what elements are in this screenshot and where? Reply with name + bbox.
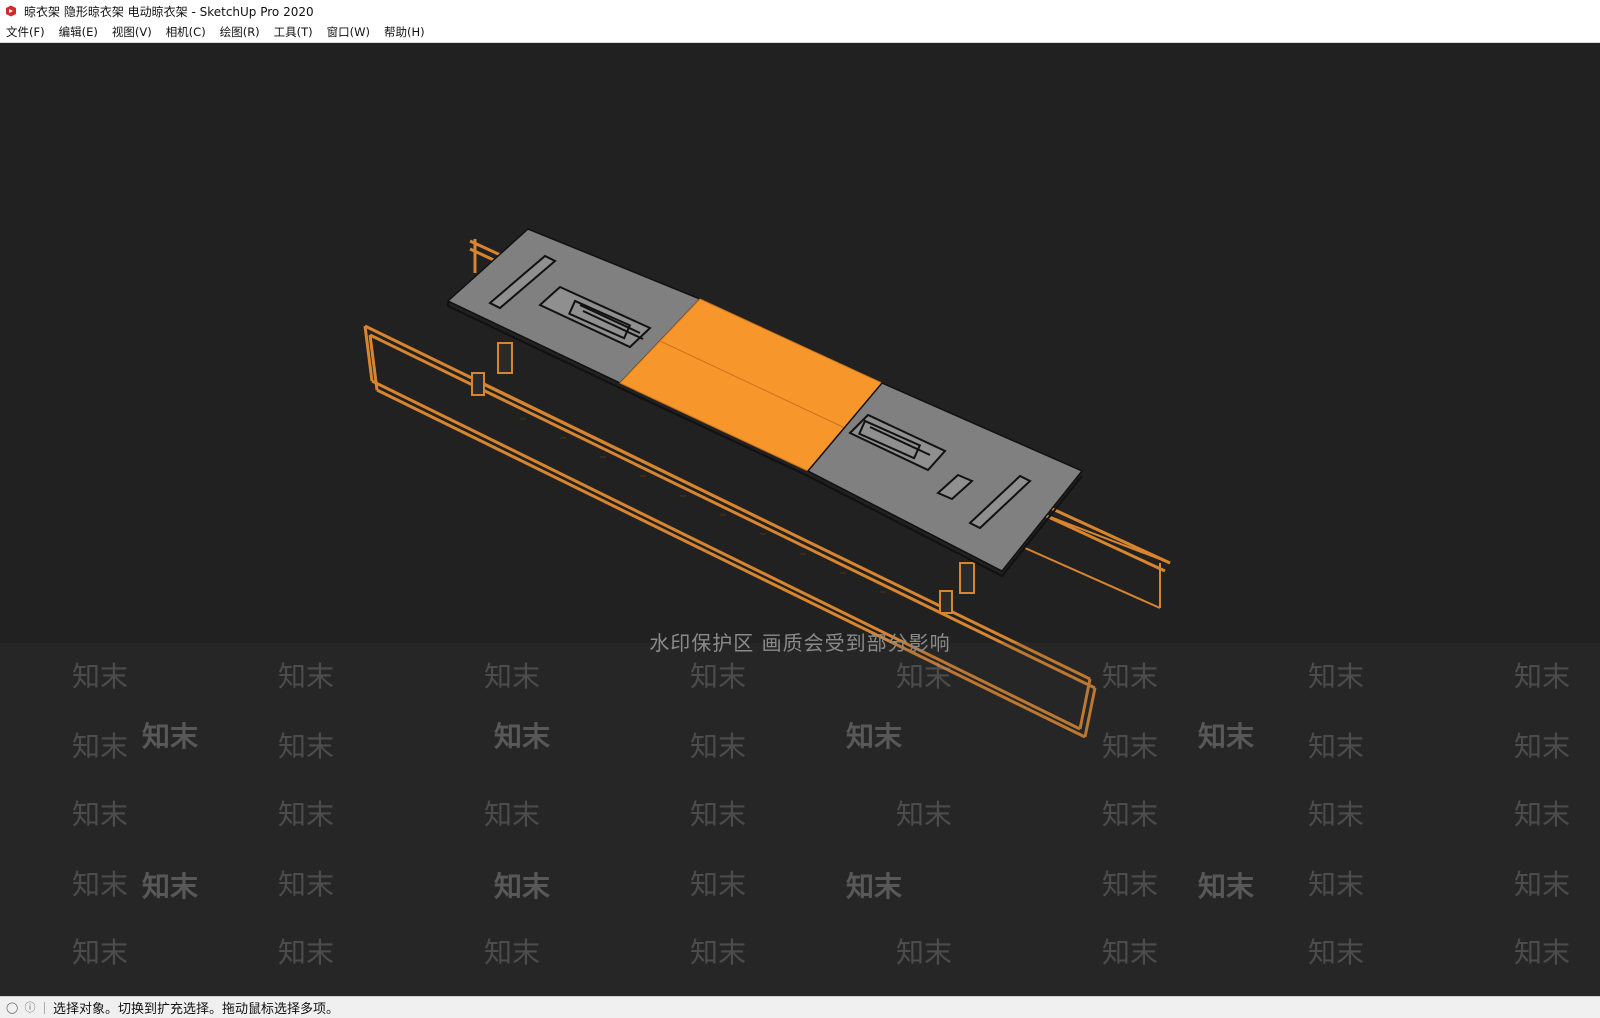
menu-window[interactable]: 窗口(W): [327, 24, 370, 40]
info-bulb-icon[interactable]: ◯: [6, 1001, 18, 1014]
title-bar: 晾衣架 隐形晾衣架 电动晾衣架 - SketchUp Pro 2020: [0, 0, 1600, 22]
help-circle-icon[interactable]: ⓘ: [24, 1001, 36, 1014]
menu-bar: 文件(F) 编辑(E) 视图(V) 相机(C) 绘图(R) 工具(T) 窗口(W…: [0, 22, 1600, 43]
window-title: 晾衣架 隐形晾衣架 电动晾衣架 - SketchUp Pro 2020: [24, 4, 314, 19]
drying-rack-model[interactable]: [0, 43, 1600, 996]
status-message: 选择对象。切换到扩充选择。拖动鼠标选择多项。: [53, 1002, 340, 1017]
status-bar: ◯ ⓘ 选择对象。切换到扩充选择。拖动鼠标选择多项。: [0, 996, 1600, 1018]
sketchup-icon: [5, 5, 17, 17]
menu-camera[interactable]: 相机(C): [166, 24, 206, 40]
menu-view[interactable]: 视图(V): [112, 24, 152, 40]
menu-draw[interactable]: 绘图(R): [220, 24, 260, 40]
status-divider: [44, 1001, 45, 1014]
model-viewport[interactable]: 水印保护区 画质会受到部分影响 知末 知末 知末 知末 知末 知末 知末 知末 …: [0, 43, 1600, 996]
menu-edit[interactable]: 编辑(E): [59, 24, 98, 40]
menu-help[interactable]: 帮助(H): [384, 24, 425, 40]
menu-tools[interactable]: 工具(T): [274, 24, 313, 40]
menu-file[interactable]: 文件(F): [6, 24, 45, 40]
